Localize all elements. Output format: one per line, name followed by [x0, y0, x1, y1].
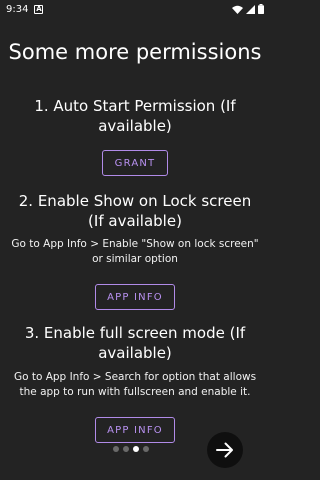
wifi-icon: [232, 5, 243, 14]
app-info-button-lock-screen[interactable]: APP INFO: [95, 284, 175, 310]
status-time: 9:34: [6, 3, 29, 15]
page-indicator: [113, 446, 149, 452]
section-description: Go to App Info > Enable "Show on lock sc…: [11, 238, 259, 265]
page-dot: [113, 446, 119, 452]
section-description: Go to App Info > Search for option that …: [13, 371, 257, 398]
page-dot: [143, 446, 149, 452]
section-heading: 3. Enable full screen mode (If available…: [24, 324, 246, 362]
battery-icon: [258, 4, 264, 14]
section-heading: 1. Auto Start Permission (If available): [34, 97, 236, 135]
section-auto-start: 1. Auto Start Permission (If available): [0, 96, 270, 136]
signal-icon: [246, 4, 255, 14]
arrow-right-icon: [216, 442, 233, 458]
section-lock-screen: 2. Enable Show on Lock screen (If availa…: [0, 191, 270, 267]
section-heading: 2. Enable Show on Lock screen (If availa…: [18, 192, 252, 230]
grant-button[interactable]: GRANT: [102, 150, 168, 176]
page-dot: [123, 446, 129, 452]
page-dot-active: [133, 446, 139, 452]
next-button[interactable]: [207, 432, 243, 468]
status-icons: [232, 4, 264, 14]
status-bar: 9:34 A: [0, 0, 270, 18]
a-box-icon: A: [34, 4, 44, 14]
page-title: Some more permissions: [8, 40, 262, 64]
app-info-button-full-screen[interactable]: APP INFO: [95, 417, 175, 443]
section-full-screen: 3. Enable full screen mode (If available…: [0, 323, 270, 400]
